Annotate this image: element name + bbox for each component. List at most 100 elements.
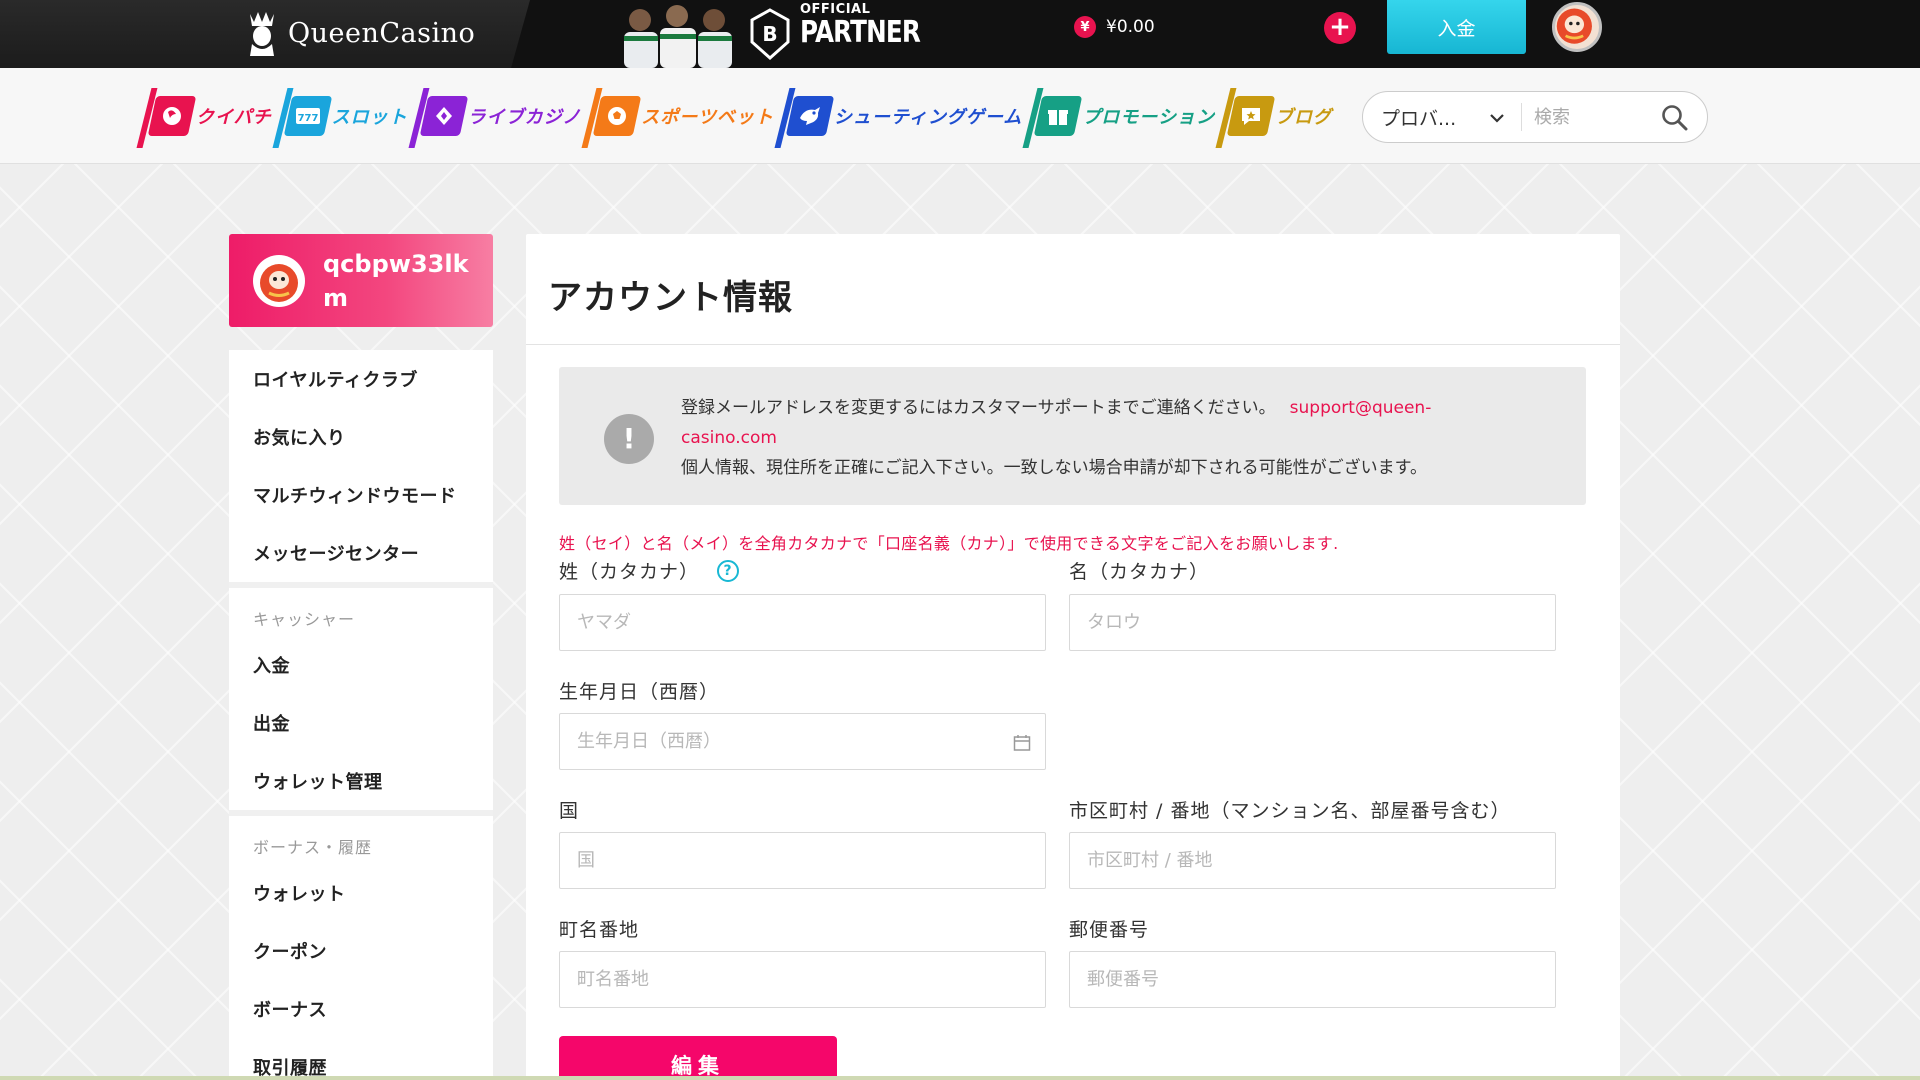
- add-funds-button[interactable]: +: [1324, 12, 1356, 44]
- user-avatar[interactable]: [1552, 2, 1602, 52]
- city-input[interactable]: [1070, 833, 1555, 888]
- country-input[interactable]: [560, 833, 1045, 888]
- sidebar-group-main: ロイヤルティクラブ お気に入り マルチウィンドウモード メッセージセンター: [229, 350, 493, 582]
- city-label-text: 市区町村 / 番地（マンション名、部屋番号含む）: [1069, 800, 1511, 822]
- user-card[interactable]: qcbpw33lkm: [229, 234, 493, 327]
- last-name-input[interactable]: [560, 595, 1045, 650]
- chevron-down-icon: [1490, 114, 1504, 123]
- deposit-button[interactable]: 入金: [1387, 0, 1526, 54]
- top-bar: QueenCasino B OFFICIAL PARTNER ¥ ¥0.00 +…: [0, 0, 1920, 76]
- last-name-label: 姓（カタカナ） ?: [559, 557, 740, 584]
- nav-item-promotion[interactable]: プロモーション: [1022, 84, 1215, 148]
- country-field: [559, 832, 1046, 889]
- nav-item-label: スポーツベット: [641, 107, 774, 128]
- last-name-field: [559, 594, 1046, 651]
- sidebar-item-0[interactable]: ロイヤルティクラブ: [229, 350, 493, 408]
- first-name-label-text: 名（カタカナ）: [1069, 561, 1210, 583]
- username: qcbpw33lkm: [323, 249, 469, 312]
- nav-item-pachinko[interactable]: クイパチ: [136, 84, 272, 148]
- katakana-warning: 姓（セイ）と名（メイ）を全角カタカナで「口座名義（カナ）」で使用できる文字をご記…: [559, 534, 1339, 553]
- pachinko-icon: [147, 96, 197, 136]
- provider-select[interactable]: プロバ...: [1363, 92, 1521, 142]
- birthday-input[interactable]: [560, 714, 1045, 769]
- town-label-text: 町名番地: [559, 919, 640, 941]
- sidebar-history-item-1[interactable]: クーポン: [229, 922, 493, 980]
- exclamation-icon: !: [604, 414, 654, 464]
- nav-item-label: シューティングゲーム: [833, 107, 1023, 128]
- account-info-panel: アカウント情報 ! 登録メールアドレスを変更するにはカスタマーサポートまでご連絡…: [526, 234, 1620, 1080]
- club-badge-icon: B: [750, 8, 790, 60]
- balance-display[interactable]: ¥ ¥0.00: [1074, 16, 1155, 38]
- sidebar-heading-cashier: キャッシャー: [253, 610, 356, 629]
- country-label: 国: [559, 796, 579, 823]
- notice-text: 登録メールアドレスを変更するにはカスタマーサポートまでご連絡ください。 suppo…: [681, 393, 1481, 483]
- shooting-icon: [785, 96, 835, 136]
- nav-item-blog[interactable]: ブログ: [1215, 84, 1332, 148]
- help-icon[interactable]: ?: [717, 559, 740, 582]
- nav-item-shooting[interactable]: シューティングゲーム: [774, 84, 1023, 148]
- nav-item-live-casino[interactable]: ライブカジノ: [408, 84, 582, 148]
- sidebar-cashier-item-0[interactable]: 入金: [229, 636, 493, 694]
- live-casino-icon: [419, 96, 468, 136]
- sidebar-cashier-item-1[interactable]: 出金: [229, 694, 493, 752]
- daruma-icon: [255, 256, 303, 305]
- town-field: [559, 951, 1046, 1008]
- svg-text:777: 777: [297, 113, 318, 124]
- first-name-field: [1069, 594, 1556, 651]
- slot-icon: 777: [283, 96, 332, 136]
- edit-button[interactable]: 編集: [559, 1036, 837, 1080]
- main-navigation: クイパチ 777 スロット ライブカジノ スポーツベット シューティングゲーム プロモーショ…: [0, 68, 1920, 164]
- official-partner-banner[interactable]: B OFFICIAL PARTNER: [610, 0, 921, 68]
- postal-code-field: [1069, 951, 1556, 1008]
- last-name-label-text: 姓（カタカナ）: [559, 561, 700, 583]
- nav-item-label: ライブカジノ: [467, 107, 582, 128]
- brand-name: QueenCasino: [288, 17, 476, 49]
- nav-item-label: クイパチ: [196, 107, 272, 128]
- postal-code-input[interactable]: [1070, 952, 1555, 1007]
- nav-items: クイパチ 777 スロット ライブカジノ スポーツベット シューティングゲーム プロモーショ…: [136, 84, 1342, 148]
- sidebar-cashier-item-2[interactable]: ウォレット管理: [229, 752, 493, 810]
- sidebar-item-3[interactable]: メッセージセンター: [229, 524, 493, 582]
- svg-text:B: B: [762, 22, 777, 46]
- promotion-icon: [1034, 96, 1083, 136]
- calendar-icon[interactable]: [1013, 734, 1031, 752]
- nav-item-label: プロモーション: [1082, 107, 1215, 128]
- sidebar-history-item-2[interactable]: ボーナス: [229, 980, 493, 1038]
- sidebar-item-2[interactable]: マルチウィンドウモード: [229, 466, 493, 524]
- partner-text: OFFICIAL PARTNER: [800, 2, 946, 50]
- players-image: [624, 5, 732, 68]
- queen-crest-icon: [250, 12, 274, 56]
- sidebar-group-history: ウォレット クーポン ボーナス 取引履歴: [229, 864, 493, 1080]
- blog-icon: [1226, 96, 1276, 136]
- first-name-input[interactable]: [1070, 595, 1555, 650]
- nav-item-slot[interactable]: 777 スロット: [272, 84, 408, 148]
- search-divider: [1521, 103, 1522, 131]
- user-card-avatar: [253, 254, 305, 307]
- partner-label: PARTNER: [800, 15, 921, 50]
- birthday-label-text: 生年月日（西暦）: [559, 681, 720, 703]
- brand-logo[interactable]: QueenCasino: [244, 8, 475, 58]
- game-search-bar: プロバ...: [1362, 91, 1708, 143]
- title-divider: [526, 344, 1620, 345]
- sidebar-history-item-0[interactable]: ウォレット: [229, 864, 493, 922]
- yen-icon: ¥: [1074, 16, 1096, 38]
- page-title: アカウント情報: [548, 278, 793, 318]
- nav-item-sports[interactable]: スポーツベット: [581, 84, 774, 148]
- city-field: [1069, 832, 1556, 889]
- balance-amount: ¥0.00: [1106, 17, 1155, 37]
- sidebar-item-1[interactable]: お気に入り: [229, 408, 493, 466]
- sidebar-group-cashier: 入金 出金 ウォレット管理: [229, 636, 493, 810]
- search-input[interactable]: [1534, 106, 1664, 128]
- notice-line-1: 登録メールアドレスを変更するにはカスタマーサポートまでご連絡ください。: [681, 398, 1276, 418]
- postal-code-label-text: 郵便番号: [1069, 919, 1150, 941]
- search-icon[interactable]: [1661, 104, 1689, 132]
- town-label: 町名番地: [559, 915, 639, 942]
- postal-code-label: 郵便番号: [1069, 915, 1149, 942]
- country-label-text: 国: [559, 800, 580, 822]
- sidebar-history-item-3[interactable]: 取引履歴: [229, 1038, 493, 1080]
- sidebar-heading-history: ボーナス・履歴: [253, 838, 373, 857]
- birthday-field: [559, 713, 1046, 770]
- first-name-label: 名（カタカナ）: [1069, 557, 1209, 584]
- town-input[interactable]: [560, 952, 1045, 1007]
- city-label: 市区町村 / 番地（マンション名、部屋番号含む）: [1069, 796, 1510, 823]
